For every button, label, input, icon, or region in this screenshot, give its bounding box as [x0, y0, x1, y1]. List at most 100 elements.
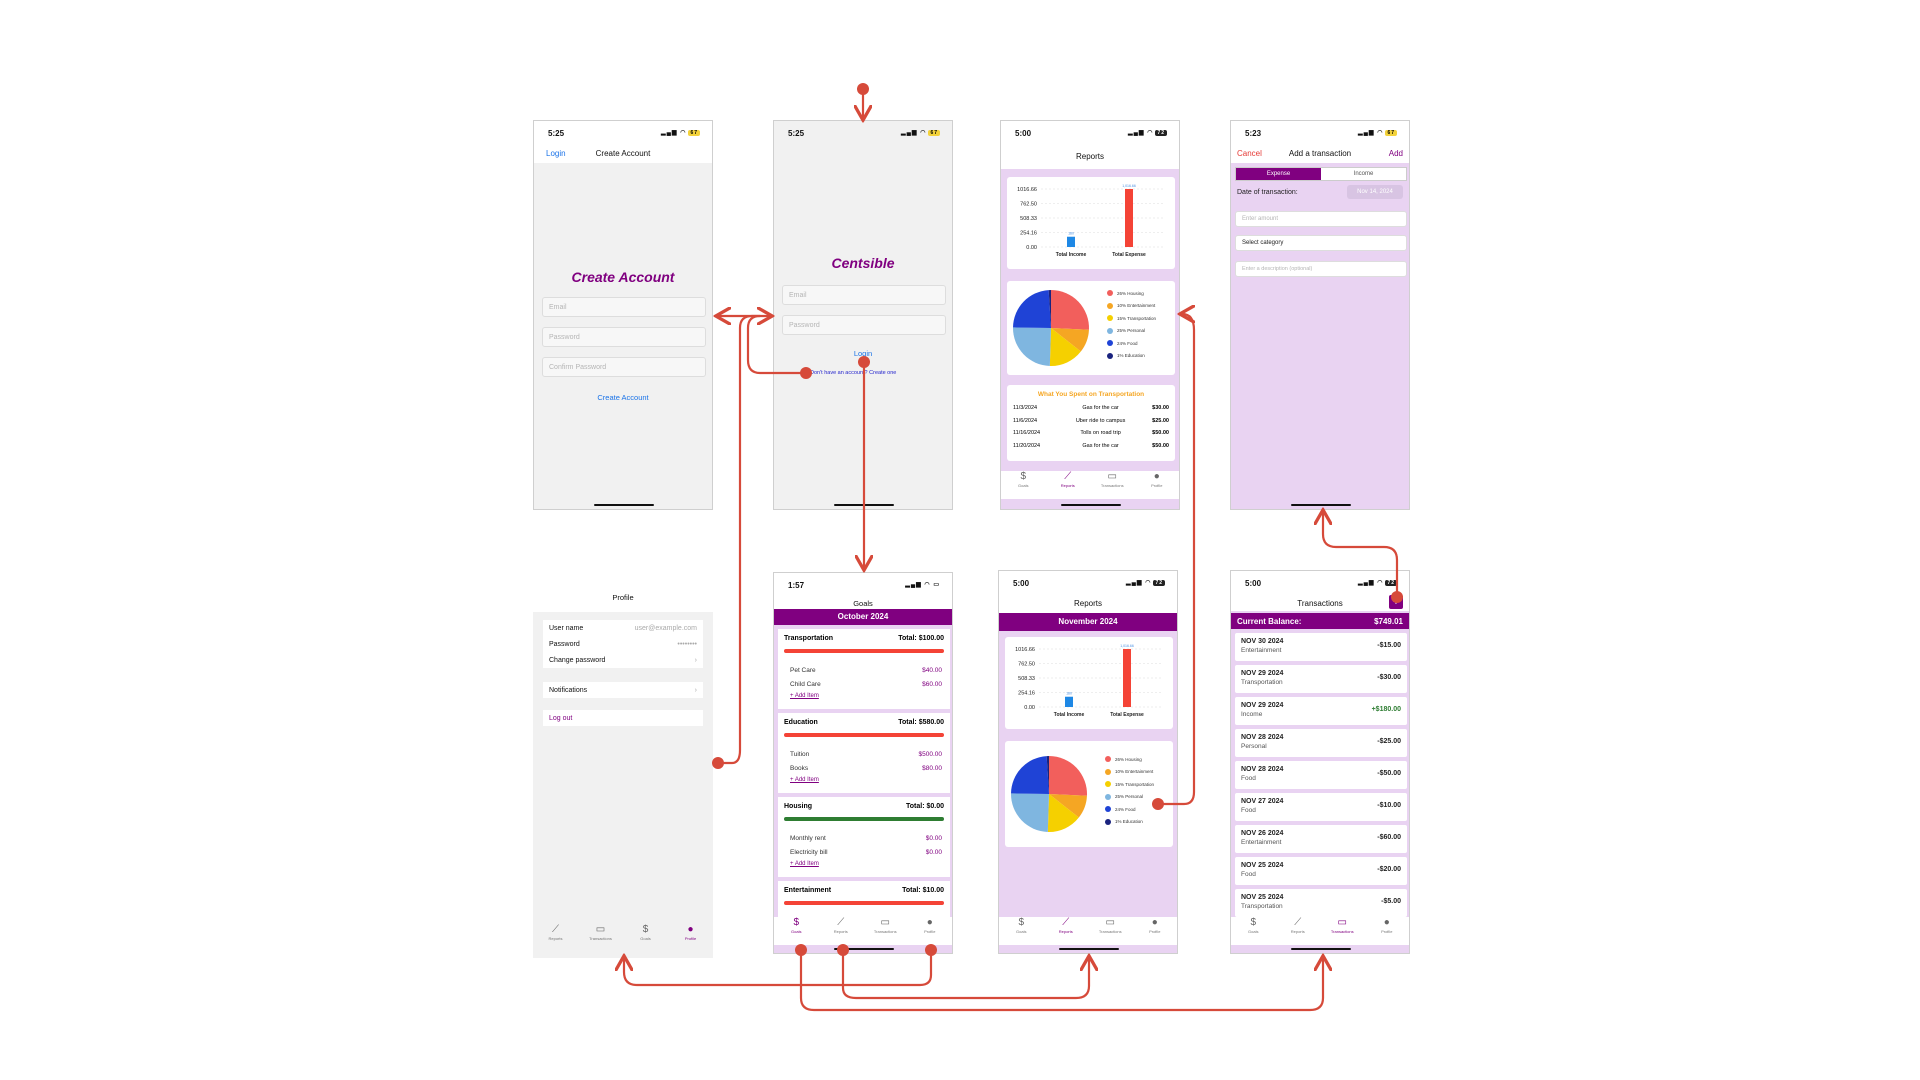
row-date: 11/16/2024	[1013, 430, 1041, 437]
profile-row-value: ••••••••	[677, 640, 697, 648]
legend-item: 26% Housing	[1107, 287, 1156, 300]
row-description: Tolls on road trip	[1080, 430, 1121, 437]
status-icons: ▂▄▆ ◠ 67	[661, 130, 700, 136]
legend-dot	[1107, 340, 1113, 347]
transaction-date: NOV 26 2024	[1241, 830, 1284, 837]
transaction-row[interactable]: NOV 29 2024 Transportation -$30.00	[1235, 665, 1407, 693]
tab-transactions[interactable]: ▭ Transactions	[1092, 917, 1128, 945]
tab-goals[interactable]: $ Goals	[1003, 917, 1039, 945]
row-date: 11/3/2024	[1013, 405, 1038, 412]
legend-label: 10% Entertainment	[1117, 303, 1156, 309]
tab-profile[interactable]: ● Profile	[1369, 917, 1405, 945]
legend-item: 25% Personal	[1107, 325, 1156, 338]
legend-item: 26% Housing	[1105, 753, 1154, 766]
tab-profile[interactable]: ● Profile	[673, 924, 709, 952]
tab-goals[interactable]: $ Goals	[1005, 471, 1041, 499]
tab-goals[interactable]: $ Goals	[778, 917, 814, 945]
status-icons: ▂▄▆ ◠ 67	[1358, 130, 1397, 136]
transaction-row[interactable]: NOV 25 2024 Food -$20.00	[1235, 857, 1407, 885]
login-button[interactable]: Login	[774, 349, 952, 358]
email-field[interactable]: Email	[782, 285, 946, 305]
category-select[interactable]: Select category	[1235, 235, 1407, 251]
add-item-link[interactable]: + Add Item	[790, 777, 819, 783]
income-tab[interactable]: Income	[1321, 168, 1406, 180]
password-field[interactable]: Password	[542, 327, 706, 347]
date-picker[interactable]: Nov 14, 2024	[1347, 185, 1403, 199]
tab-reports[interactable]: ⟋ Reports	[1280, 917, 1316, 945]
goal-total: Total: $0.00	[906, 803, 944, 810]
email-field[interactable]: Email	[542, 297, 706, 317]
wireflow-canvas: 5:25 ▂▄▆ ◠ 67 Login Create Account Create…	[0, 0, 1920, 1080]
tab-transactions[interactable]: ▭ Transactions	[1324, 917, 1360, 945]
status-time: 5:25	[788, 129, 805, 138]
tab-transactions[interactable]: ▭ Transactions	[1094, 471, 1130, 499]
transaction-row[interactable]: NOV 25 2024 Transportation -$5.00	[1235, 889, 1407, 917]
tab-label: Profile	[924, 929, 936, 934]
tab-profile[interactable]: ● Profile	[1139, 471, 1175, 499]
tab-profile[interactable]: ● Profile	[912, 917, 948, 945]
transaction-amount: -$60.00	[1377, 834, 1401, 841]
tab-label: Transactions	[1100, 483, 1124, 488]
tab-reports[interactable]: ⟋ Reports	[538, 924, 574, 952]
transaction-row[interactable]: NOV 30 2024 Entertainment -$15.00	[1235, 633, 1407, 661]
goal-progress-bar	[784, 733, 944, 737]
chart-icon: ⟋	[1062, 917, 1070, 928]
battery-badge: 67	[1385, 130, 1397, 136]
y-tick-label: 254.16	[1018, 691, 1035, 697]
transaction-date: NOV 28 2024	[1241, 734, 1284, 741]
transaction-row[interactable]: NOV 27 2024 Food -$10.00	[1235, 793, 1407, 821]
nav-bar: Cancel Add a transaction Add	[1231, 143, 1409, 163]
profile-row-label: User name	[549, 624, 584, 632]
dollar-icon: $	[1250, 917, 1257, 928]
y-tick-label: 254.16	[1020, 231, 1037, 237]
goal-name: Housing	[784, 803, 812, 810]
goal-name: Education	[784, 719, 818, 726]
add-transaction-button[interactable]: +	[1389, 595, 1403, 609]
transaction-row[interactable]: NOV 26 2024 Entertainment -$60.00	[1235, 825, 1407, 853]
tab-goals[interactable]: $ Goals	[628, 924, 664, 952]
tab-reports[interactable]: ⟋ Reports	[1050, 471, 1086, 499]
transaction-category: Personal	[1241, 743, 1267, 750]
tab-bar: $ Goals ⟋ Reports ▭ Transactions ● Profile	[1231, 917, 1409, 945]
legend-item: 15% Transportation	[1105, 778, 1154, 791]
create-account-link[interactable]: Don't have an account? Create one	[810, 370, 896, 376]
expense-tab[interactable]: Expense	[1236, 168, 1321, 180]
transaction-row[interactable]: NOV 29 2024 Income +$180.00	[1235, 697, 1407, 725]
profile-screen: Profile User name user@example.com Passwor…	[533, 584, 713, 958]
description-input[interactable]: Enter a description (optional)	[1235, 261, 1407, 277]
tab-transactions[interactable]: ▭ Transactions	[867, 917, 903, 945]
goal-progress-bar	[784, 901, 944, 905]
create-account-button[interactable]: Create Account	[534, 393, 712, 402]
tab-reports[interactable]: ⟋ Reports	[1048, 917, 1084, 945]
logout-button[interactable]: Log out	[543, 710, 703, 726]
transaction-row[interactable]: NOV 28 2024 Personal -$25.00	[1235, 729, 1407, 757]
flow-arrows	[0, 83, 1403, 1012]
tab-goals[interactable]: $ Goals	[1235, 917, 1271, 945]
add-button[interactable]: Add	[1389, 149, 1403, 158]
amount-input[interactable]: Enter amount	[1235, 211, 1407, 227]
add-item-link[interactable]: + Add Item	[790, 693, 819, 699]
transport-row: 11/20/2024 Gas for the car $50.00	[1007, 440, 1175, 453]
legend-dot	[1105, 818, 1111, 825]
profile-row[interactable]: Change password ›	[543, 652, 703, 668]
transaction-date: NOV 29 2024	[1241, 702, 1284, 709]
header: Profile	[533, 584, 713, 612]
goal-total: Total: $580.00	[898, 719, 944, 726]
confirm-password-field[interactable]: Confirm Password	[542, 357, 706, 377]
y-tick-label: 1016.66	[1017, 187, 1037, 193]
person-icon: ●	[926, 917, 933, 928]
add-item-link[interactable]: + Add Item	[790, 861, 819, 867]
row-date: 11/6/2024	[1013, 417, 1038, 424]
goal-item-name: Monthly rent	[790, 835, 826, 842]
goals-screen: 1:57 ▂▄▆ ◠ ▭ Goals October 2024 Transpor…	[773, 572, 953, 954]
tab-reports[interactable]: ⟋ Reports	[823, 917, 859, 945]
tab-transactions[interactable]: ▭ Transactions	[583, 924, 619, 952]
balance-band: Current Balance: $749.01	[1231, 613, 1409, 629]
notifications-row[interactable]: Notifications ›	[543, 682, 703, 698]
goal-card: Housing Total: $0.00 Monthly rent $0.00 Elec…	[778, 797, 950, 877]
chart-icon: ⟋	[1294, 917, 1302, 928]
tab-profile[interactable]: ● Profile	[1137, 917, 1173, 945]
password-field[interactable]: Password	[782, 315, 946, 335]
legend-label: 1% Education	[1117, 353, 1145, 359]
transaction-row[interactable]: NOV 28 2024 Food -$50.00	[1235, 761, 1407, 789]
